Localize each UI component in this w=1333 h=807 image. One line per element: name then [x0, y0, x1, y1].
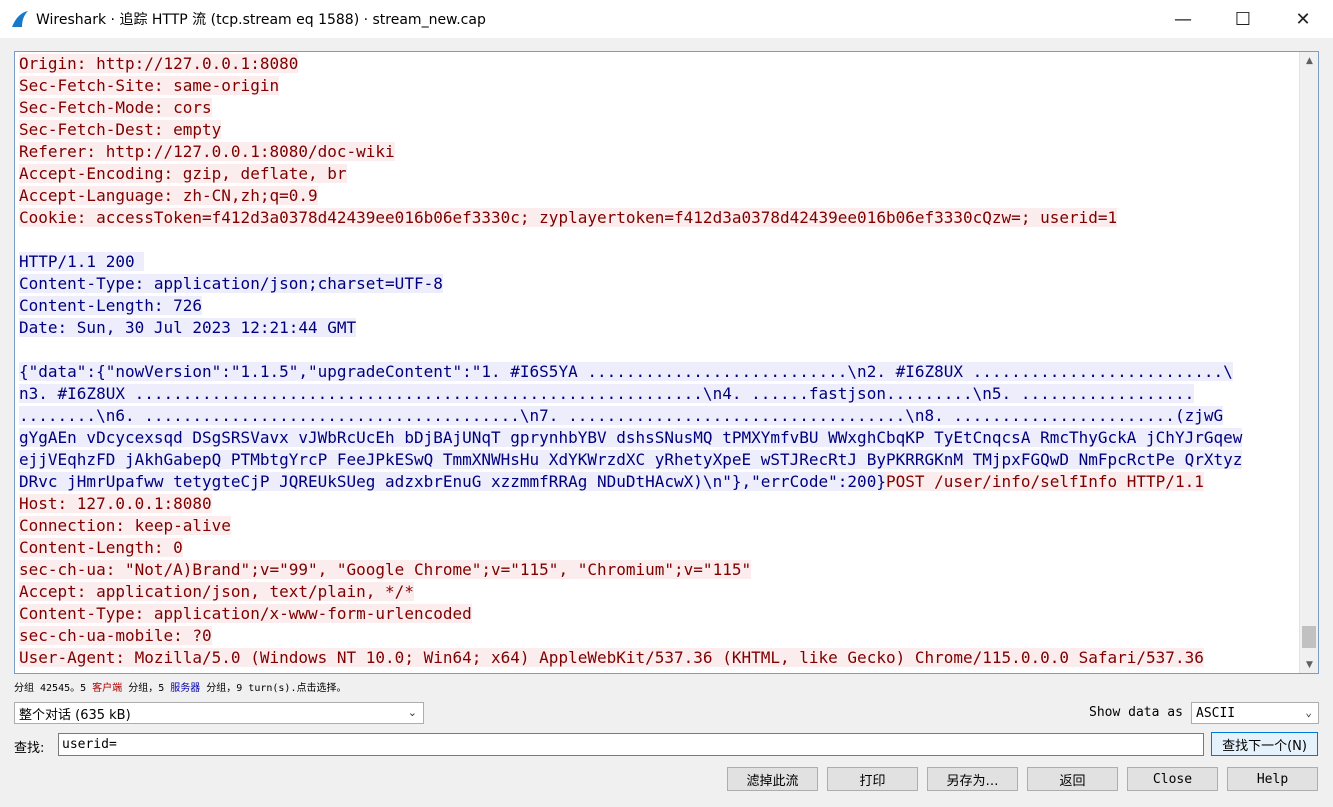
stream-line: Content-Type: application/json;charset=U…: [19, 273, 1299, 295]
client-line-text: User-Agent: Mozilla/5.0 (Windows NT 10.0…: [19, 648, 1204, 667]
client-line-text: Cookie: accessToken=f412d3a0378d42439ee0…: [19, 208, 1118, 227]
server-line-text: gYgAEn vDcycexsqd DSgSRSVavx vJWbRcUcEh …: [19, 428, 1243, 447]
stream-line: sec-ch-ua-mobile: ?0: [19, 625, 1299, 647]
stream-line: [19, 339, 1299, 361]
stream-line: ........\n6. ...........................…: [19, 405, 1299, 427]
stream-line: HTTP/1.1 200: [19, 251, 1299, 273]
status-suffix: 分组，9 turn(s).点击选择。: [200, 683, 347, 694]
stream-line: Connection: keep-alive: [19, 515, 1299, 537]
minimize-button[interactable]: —: [1153, 0, 1213, 38]
stream-line: n3. #I6Z8UX ............................…: [19, 383, 1299, 405]
show-data-label: Show data as: [1089, 705, 1183, 720]
stream-line: Accept: application/json, text/plain, */…: [19, 581, 1299, 603]
vertical-scrollbar[interactable]: ▲ ▼: [1299, 52, 1318, 673]
save-as-button[interactable]: 另存为…: [927, 767, 1018, 791]
stream-line: Content-Length: 0: [19, 537, 1299, 559]
client-line-text: Sec-Fetch-Site: same-origin: [19, 76, 280, 95]
conversation-select[interactable]: 整个对话 (635 kB) ⌄: [14, 702, 424, 724]
stream-line: Accept-Language: zh-CN,zh;q=0.9: [19, 185, 1299, 207]
conversation-select-value: 整个对话 (635 kB): [19, 707, 131, 723]
server-line-text: {"data":{"nowVersion":"1.1.5","upgradeCo…: [19, 362, 1233, 381]
server-line-text: Content-Length: 726: [19, 296, 203, 315]
stream-text-pane[interactable]: Origin: http://127.0.0.1:8080 Sec-Fetch-S…: [14, 51, 1319, 674]
client-line-text: Sec-Fetch-Dest: empty: [19, 120, 222, 139]
server-line-text: n3. #I6Z8UX ............................…: [19, 384, 1195, 403]
find-label: 查找:: [14, 741, 45, 756]
show-data-select[interactable]: ASCII ⌄: [1191, 702, 1319, 724]
stream-line: ejjVEqhzFD jAkhGabepQ PTMbtgYrcP FeeJPkE…: [19, 449, 1299, 471]
stream-line: Date: Sun, 30 Jul 2023 12:21:44 GMT: [19, 317, 1299, 339]
stream-line: Sec-Fetch-Mode: cors: [19, 97, 1299, 119]
client-line-text: Content-Length: 0: [19, 538, 183, 557]
stream-line: Host: 127.0.0.1:8080: [19, 493, 1299, 515]
client-line-text: Connection: keep-alive: [19, 516, 231, 535]
status-line: 分组 42545。5 客户端 分组，5 服务器 分组，9 turn(s).点击选…: [14, 679, 346, 694]
server-line-text: HTTP/1.1 200: [19, 252, 145, 271]
stream-line: Accept-Encoding: gzip, deflate, br: [19, 163, 1299, 185]
client-line-text: Content-Type: application/x-www-form-url…: [19, 604, 472, 623]
client-line-text: POST /user/info/selfInfo HTTP/1.1: [885, 472, 1204, 491]
stream-line: Sec-Fetch-Site: same-origin: [19, 75, 1299, 97]
client-line-text: Referer: http://127.0.0.1:8080/doc-wiki: [19, 142, 395, 161]
maximize-button[interactable]: ☐: [1213, 0, 1273, 38]
title-bar: Wireshark · 追踪 HTTP 流 (tcp.stream eq 158…: [0, 0, 1333, 38]
filter-out-stream-button[interactable]: 滤掉此流: [727, 767, 818, 791]
client-line-text: Accept-Encoding: gzip, deflate, br: [19, 164, 347, 183]
client-line-text: sec-ch-ua: "Not/A)Brand";v="99", "Google…: [19, 560, 752, 579]
server-line-text: DRvc jHmrUpafww tetygteCjP JQREUkSUeg ad…: [19, 472, 886, 491]
find-input[interactable]: [58, 733, 1204, 756]
scroll-up-arrow-icon[interactable]: ▲: [1300, 52, 1318, 69]
status-server-label: 服务器: [170, 683, 201, 694]
client-line-text: Accept: application/json, text/plain, */…: [19, 582, 414, 601]
back-button[interactable]: 返回: [1027, 767, 1118, 791]
stream-line: Referer: http://127.0.0.1:8080/doc-wiki: [19, 141, 1299, 163]
stream-line: Cookie: accessToken=f412d3a0378d42439ee0…: [19, 207, 1299, 229]
client-line-text: Host: 127.0.0.1:8080: [19, 494, 212, 513]
server-line-text: Content-Type: application/json;charset=U…: [19, 274, 443, 293]
close-button[interactable]: Close: [1127, 767, 1218, 791]
status-mid: 分组，5: [122, 683, 171, 694]
client-line-text: Accept-Language: zh-CN,zh;q=0.9: [19, 186, 318, 205]
stream-line: Content-Type: application/x-www-form-url…: [19, 603, 1299, 625]
client-line-text: sec-ch-ua-mobile: ?0: [19, 626, 212, 645]
scroll-down-arrow-icon[interactable]: ▼: [1300, 656, 1318, 673]
client-line-text: Origin: http://127.0.0.1:8080: [19, 54, 299, 73]
stream-line: DRvc jHmrUpafww tetygteCjP JQREUkSUeg ad…: [19, 471, 1299, 493]
stream-line: Content-Length: 726: [19, 295, 1299, 317]
stream-content[interactable]: Origin: http://127.0.0.1:8080 Sec-Fetch-S…: [19, 53, 1299, 669]
wireshark-fin-icon: [12, 11, 28, 27]
stream-line: Sec-Fetch-Dest: empty: [19, 119, 1299, 141]
scrollbar-thumb[interactable]: [1302, 626, 1316, 648]
chevron-down-icon: ⌄: [1305, 706, 1312, 719]
server-line-text: Date: Sun, 30 Jul 2023 12:21:44 GMT: [19, 318, 357, 337]
help-button[interactable]: Help: [1227, 767, 1318, 791]
stream-line: User-Agent: Mozilla/5.0 (Windows NT 10.0…: [19, 647, 1299, 669]
close-window-button[interactable]: ✕: [1273, 0, 1333, 38]
stream-line: [19, 229, 1299, 251]
stream-line: gYgAEn vDcycexsqd DSgSRSVavx vJWbRcUcEh …: [19, 427, 1299, 449]
stream-line: {"data":{"nowVersion":"1.1.5","upgradeCo…: [19, 361, 1299, 383]
find-next-button[interactable]: 查找下一个(N): [1211, 732, 1318, 756]
print-button[interactable]: 打印: [827, 767, 918, 791]
stream-line: sec-ch-ua: "Not/A)Brand";v="99", "Google…: [19, 559, 1299, 581]
status-prefix: 分组 42545。5: [14, 683, 93, 694]
server-line-text: ejjVEqhzFD jAkhGabepQ PTMbtgYrcP FeeJPkE…: [19, 450, 1243, 469]
client-line-text: Sec-Fetch-Mode: cors: [19, 98, 212, 117]
chevron-down-icon: ⌄: [407, 706, 417, 719]
stream-line: Origin: http://127.0.0.1:8080: [19, 53, 1299, 75]
status-client-label: 客户端: [92, 683, 123, 694]
show-data-select-value: ASCII: [1196, 705, 1236, 721]
server-line-text: ........\n6. ...........................…: [19, 406, 1224, 425]
window-title: Wireshark · 追踪 HTTP 流 (tcp.stream eq 158…: [36, 12, 486, 28]
